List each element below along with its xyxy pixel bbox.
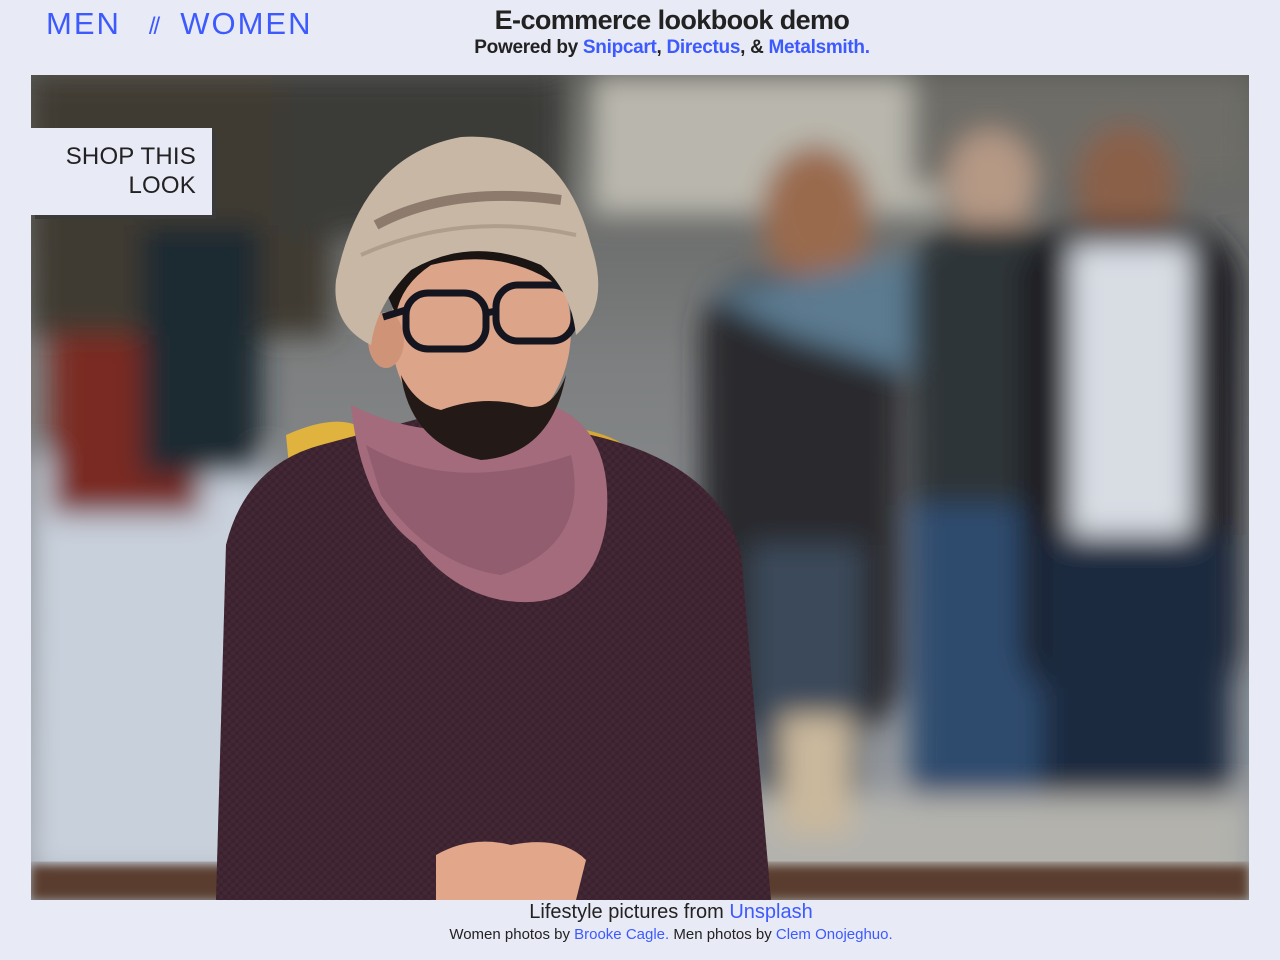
- page-title: E-commerce lookbook demo: [494, 5, 850, 35]
- directus-link[interactable]: Directus: [667, 37, 741, 58]
- powered-prefix: Powered by: [474, 37, 583, 58]
- women-photographer-link[interactable]: Brooke Cagle.: [574, 926, 669, 943]
- powered-by: Powered by Snipcart, Directus, & Metalsm…: [0, 37, 1280, 59]
- photographer-credits: Women photos by Brooke Cagle. Men photos…: [0, 925, 1280, 945]
- hero-photo: [31, 75, 1249, 900]
- women-credit-prefix: Women photos by: [449, 926, 575, 943]
- shop-this-look-button[interactable]: SHOP THIS LOOK: [31, 128, 212, 215]
- lifestyle-credit: Lifestyle pictures from Unsplash: [0, 900, 1280, 925]
- unsplash-link[interactable]: Unsplash: [729, 901, 812, 923]
- site-header: E-commerce lookbook demo Powered by Snip…: [0, 4, 1280, 59]
- photo-credits: Lifestyle pictures from Unsplash Women p…: [0, 900, 1280, 945]
- metalsmith-link[interactable]: Metalsmith.: [769, 37, 871, 58]
- lookbook-hero-image[interactable]: [31, 75, 1249, 900]
- men-photographer-link[interactable]: Clem Onojeghuo.: [776, 926, 893, 943]
- men-credit-prefix: Men photos by: [669, 926, 776, 943]
- powered-amp: , &: [740, 37, 769, 58]
- snipcart-link[interactable]: Snipcart: [583, 37, 657, 58]
- powered-comma: ,: [656, 37, 662, 58]
- lifestyle-prefix: Lifestyle pictures from: [529, 901, 730, 923]
